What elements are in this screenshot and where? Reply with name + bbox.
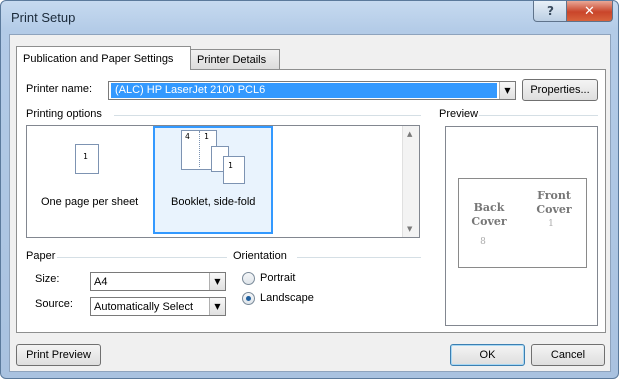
size-label: Size:	[35, 273, 60, 285]
ok-button[interactable]: OK	[450, 344, 525, 366]
chevron-down-icon[interactable]: ▼	[499, 82, 515, 99]
paper-label: Paper	[26, 250, 56, 262]
cancel-button[interactable]: Cancel	[531, 344, 605, 366]
source-label: Source:	[35, 298, 73, 310]
option-one-page-per-sheet[interactable]: 1 One page per sheet	[31, 126, 149, 234]
preview-sheet: Back Cover Front Cover 8 1	[458, 178, 587, 268]
portrait-radio[interactable]	[242, 272, 255, 285]
printing-options-label: Printing options	[26, 108, 102, 120]
print-preview-button[interactable]: Print Preview	[16, 344, 101, 366]
paper-source-value: Automatically Select	[94, 301, 194, 313]
paper-source-select[interactable]: Automatically Select ▼	[90, 297, 226, 316]
landscape-label[interactable]: Landscape	[260, 292, 314, 304]
options-scrollbar[interactable]: ▲ ▼	[402, 126, 419, 237]
tab-printer-details[interactable]: Printer Details	[190, 49, 280, 69]
dialog-client-area: Publication and Paper Settings Printer D…	[9, 34, 611, 372]
preview-label: Preview	[439, 108, 479, 120]
paper-divider	[57, 257, 227, 258]
orientation-divider	[297, 257, 421, 258]
front-page-number: 1	[548, 219, 554, 229]
printing-options-divider	[114, 115, 421, 116]
preview-divider	[479, 115, 598, 116]
paper-size-value: A4	[94, 276, 108, 288]
title-bar[interactable]: Print Setup ? ✕	[1, 1, 618, 35]
print-setup-dialog: Print Setup ? ✕ Publication and Paper Se…	[0, 0, 619, 379]
tab-publication-and-paper-settings[interactable]: Publication and Paper Settings	[16, 46, 191, 70]
booklet-inner-page-icon: 1	[223, 156, 245, 184]
back-cover-text: Back Cover	[471, 201, 507, 228]
close-button[interactable]: ✕	[566, 1, 613, 22]
option-label: One page per sheet	[41, 196, 139, 208]
scroll-up-icon: ▲	[407, 130, 413, 138]
dialog-title: Print Setup	[11, 10, 76, 25]
scroll-down-icon: ▼	[407, 225, 413, 233]
help-button[interactable]: ?	[533, 1, 568, 22]
back-page-number: 8	[480, 237, 486, 247]
printing-options-list[interactable]: 1 One page per sheet 4 1 1 Booklet, side…	[26, 125, 420, 238]
single-page-icon: 1	[75, 144, 99, 174]
properties-button[interactable]: Properties...	[522, 79, 598, 101]
chevron-down-icon[interactable]: ▼	[209, 298, 225, 315]
tab-page: Printer name: (ALC) HP LaserJet 2100 PCL…	[16, 69, 606, 333]
orientation-label: Orientation	[233, 250, 287, 262]
landscape-radio[interactable]	[242, 292, 255, 305]
option-label: Booklet, side-fold	[171, 196, 256, 208]
preview-pane: Back Cover Front Cover 8 1	[445, 126, 598, 326]
printer-name-label: Printer name:	[26, 83, 93, 95]
front-cover-text: Front Cover	[536, 189, 572, 216]
printer-name-value: (ALC) HP LaserJet 2100 PCL6	[111, 83, 497, 98]
chevron-down-icon[interactable]: ▼	[209, 273, 225, 290]
option-booklet-side-fold[interactable]: 4 1 1 Booklet, side-fold	[153, 126, 273, 234]
portrait-label[interactable]: Portrait	[260, 272, 295, 284]
printer-name-select[interactable]: (ALC) HP LaserJet 2100 PCL6 ▼	[108, 81, 516, 100]
paper-size-select[interactable]: A4 ▼	[90, 272, 226, 291]
